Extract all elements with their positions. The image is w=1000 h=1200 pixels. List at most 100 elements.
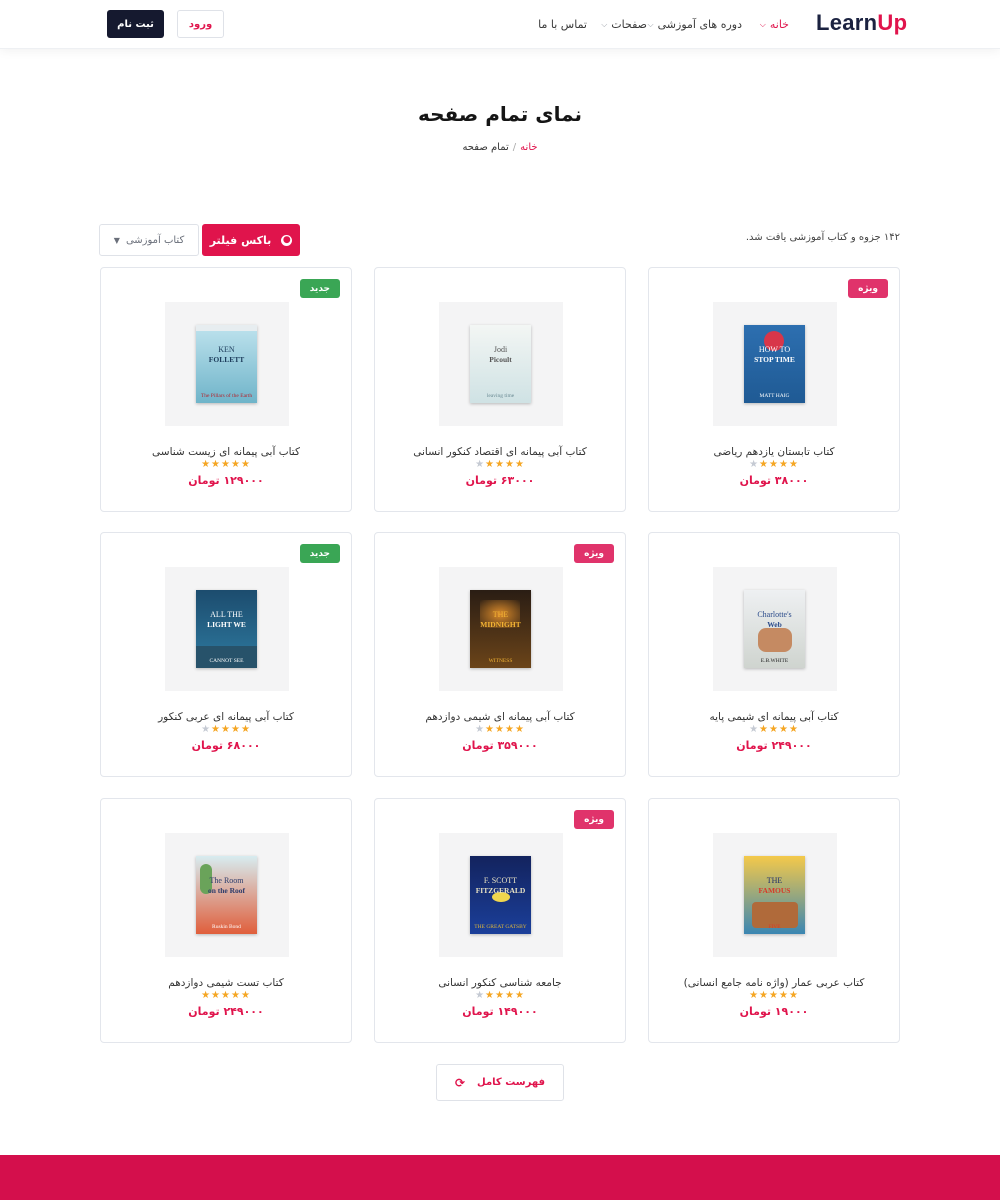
product-price: ۲۴۹۰۰۰ تومان: [188, 1005, 264, 1018]
product-price: ۱۹۰۰۰ تومان: [739, 1005, 809, 1018]
cover-line-1: Charlotte's: [757, 610, 792, 619]
product-image-frame[interactable]: F. SCOTT FITZGERALD THE GREAT GATSBY: [439, 833, 563, 957]
product-title[interactable]: کتاب تست شیمی دوازدهم: [101, 977, 351, 989]
cover-line-1: KEN: [218, 345, 235, 354]
product-image-frame[interactable]: THE MIDNIGHT WITNESS: [439, 567, 563, 691]
product-image-frame[interactable]: THE FAMOUS FIVE: [713, 833, 837, 957]
book-cover-image: ALL THE LIGHT WE CANNOT SEE: [196, 590, 257, 668]
product-card[interactable]: Jodi Picoult leaving time کتاب آبی پیمان…: [374, 267, 626, 512]
star-icon: ★: [475, 990, 486, 1001]
login-button[interactable]: ورود: [177, 10, 224, 38]
plus-circle-icon: ●: [281, 234, 293, 246]
breadcrumb: خانه/تمام صفحه: [0, 142, 1000, 153]
signup-button[interactable]: ثبت نام: [107, 10, 164, 38]
product-image-frame[interactable]: ALL THE LIGHT WE CANNOT SEE: [165, 567, 289, 691]
star-icon: ★: [240, 990, 251, 1001]
star-icon: ★: [749, 724, 760, 735]
product-title[interactable]: کتاب آبی پیمانه ای شیمی دوازدهم: [375, 711, 625, 723]
result-count: ۱۴۲ جزوه و کتاب آموزشی یافت شد.: [745, 232, 900, 243]
cover-author: CANNOT SEE: [209, 658, 244, 664]
nav-pages-label: صفحات: [611, 18, 647, 31]
cover-line-2: LIGHT WE: [207, 620, 246, 629]
product-title[interactable]: کتاب تابستان یازدهم ریاضی: [649, 446, 899, 458]
star-icon: ★: [230, 459, 241, 470]
star-icon: ★: [778, 459, 789, 470]
cover-line-1: F. SCOTT: [483, 876, 518, 885]
cover-line-1: THE: [492, 610, 509, 619]
nav-item-pages[interactable]: صفحات ⌵: [601, 0, 647, 49]
product-card[interactable]: ویژه F. SCOTT FITZGERALD THE GREAT GATSB…: [374, 798, 626, 1043]
product-card[interactable]: The Room on the Roof Ruskin Bond کتاب تس…: [100, 798, 352, 1043]
filter-button-label: باکس فیلتر: [209, 233, 272, 247]
product-card[interactable]: Charlotte's Web E.B.WHITE کتاب آبی پیمان…: [648, 532, 900, 777]
product-card[interactable]: THE FAMOUS FIVE کتاب عربی عمار (واژه نام…: [648, 798, 900, 1043]
product-image-frame[interactable]: The Room on the Roof Ruskin Bond: [165, 833, 289, 957]
cover-author: FIVE: [768, 924, 781, 930]
product-title[interactable]: کتاب آبی پیمانه ای شیمی پایه: [649, 711, 899, 723]
product-rating: ★★★★★: [375, 724, 625, 735]
star-icon: ★: [221, 990, 231, 1001]
product-image-frame[interactable]: Charlotte's Web E.B.WHITE: [713, 567, 837, 691]
product-image-frame[interactable]: KEN FOLLETT The Pillars of the Earth: [165, 302, 289, 426]
refresh-icon: ⟳: [454, 1075, 466, 1090]
star-icon: ★: [504, 724, 515, 735]
star-icon: ★: [495, 990, 505, 1001]
star-icon: ★: [788, 459, 799, 470]
cover-author: E.B.WHITE: [760, 658, 789, 664]
product-price: ۲۴۹۰۰۰ تومان: [736, 739, 812, 752]
full-list-button[interactable]: فهرست کامل ⟳: [436, 1064, 564, 1101]
star-icon: ★: [211, 990, 222, 1001]
star-icon: ★: [769, 990, 779, 1001]
cover-line-2: FAMOUS: [758, 886, 791, 895]
star-icon: ★: [778, 990, 789, 1001]
star-icon: ★: [485, 459, 496, 470]
cover-line-2: Web: [767, 620, 782, 629]
star-icon: ★: [759, 990, 770, 1001]
book-cover-image: THE MIDNIGHT WITNESS: [470, 590, 531, 668]
product-card[interactable]: ویژه HOW TO STOP TIME MATT HAIG کتاب تاب…: [648, 267, 900, 512]
filter-box-button[interactable]: ● باکس فیلتر: [202, 224, 300, 256]
product-title[interactable]: کتاب آبی پیمانه ای اقتصاد کنکور انسانی: [375, 446, 625, 458]
product-image-frame[interactable]: HOW TO STOP TIME MATT HAIG: [713, 302, 837, 426]
product-price: ۱۴۹۰۰۰ تومان: [462, 1005, 538, 1018]
product-card[interactable]: ویژه THE MIDNIGHT WITNESS کتاب آبی پیمان…: [374, 532, 626, 777]
nav-item-contact[interactable]: تماس با ما: [538, 0, 587, 49]
star-icon: ★: [240, 459, 251, 470]
full-list-label: فهرست کامل: [477, 1077, 546, 1088]
breadcrumb-separator: /: [512, 142, 517, 153]
cover-line-1: HOW TO: [758, 345, 791, 354]
page-title: نمای تمام صفحه: [417, 102, 583, 126]
product-rating: ★★★★★: [649, 459, 899, 470]
star-icon: ★: [221, 724, 231, 735]
breadcrumb-home-link[interactable]: خانه: [520, 142, 537, 153]
nav-item-home[interactable]: خانه ⌵: [760, 0, 789, 49]
cover-line-2: on the Roof: [207, 886, 246, 895]
product-title[interactable]: کتاب آبی پیمانه ای زیست شناسی: [101, 446, 351, 458]
product-title[interactable]: جامعه شناسی کنکور انسانی: [375, 977, 625, 989]
product-price: ۱۲۹۰۰۰ تومان: [188, 474, 264, 487]
cover-line-2: FITZGERALD: [475, 886, 526, 895]
product-rating: ★★★★★: [101, 990, 351, 1001]
cover-line-1: ALL THE: [210, 610, 243, 619]
product-title[interactable]: کتاب آبی پیمانه ای عربی کنکور: [101, 711, 351, 723]
product-title[interactable]: کتاب عربی عمار (واژه نامه جامع انسانی): [649, 977, 899, 989]
breadcrumb-current: تمام صفحه: [462, 142, 509, 153]
star-icon: ★: [788, 990, 799, 1001]
product-rating: ★★★★★: [649, 990, 899, 1001]
cover-line-2: STOP TIME: [754, 355, 795, 364]
logo[interactable]: LearnUp: [816, 10, 907, 36]
star-icon: ★: [201, 724, 212, 735]
book-cover-image: THE FAMOUS FIVE: [744, 856, 805, 934]
category-select[interactable]: کتاب آموزشی ▼: [99, 224, 199, 256]
star-icon: ★: [749, 459, 760, 470]
star-icon: ★: [211, 459, 222, 470]
cover-line-1: THE: [766, 876, 783, 885]
nav-item-courses[interactable]: دوره های آموزشی ⌵: [648, 0, 742, 49]
cover-author: WITNESS: [488, 658, 513, 664]
star-icon: ★: [201, 990, 212, 1001]
cover-line-2: MIDNIGHT: [480, 620, 521, 629]
star-icon: ★: [759, 459, 770, 470]
product-card[interactable]: جدید KEN FOLLETT The Pillars of the Eart…: [100, 267, 352, 512]
product-image-frame[interactable]: Jodi Picoult leaving time: [439, 302, 563, 426]
product-card[interactable]: جدید ALL THE LIGHT WE CANNOT SEE کتاب آب…: [100, 532, 352, 777]
